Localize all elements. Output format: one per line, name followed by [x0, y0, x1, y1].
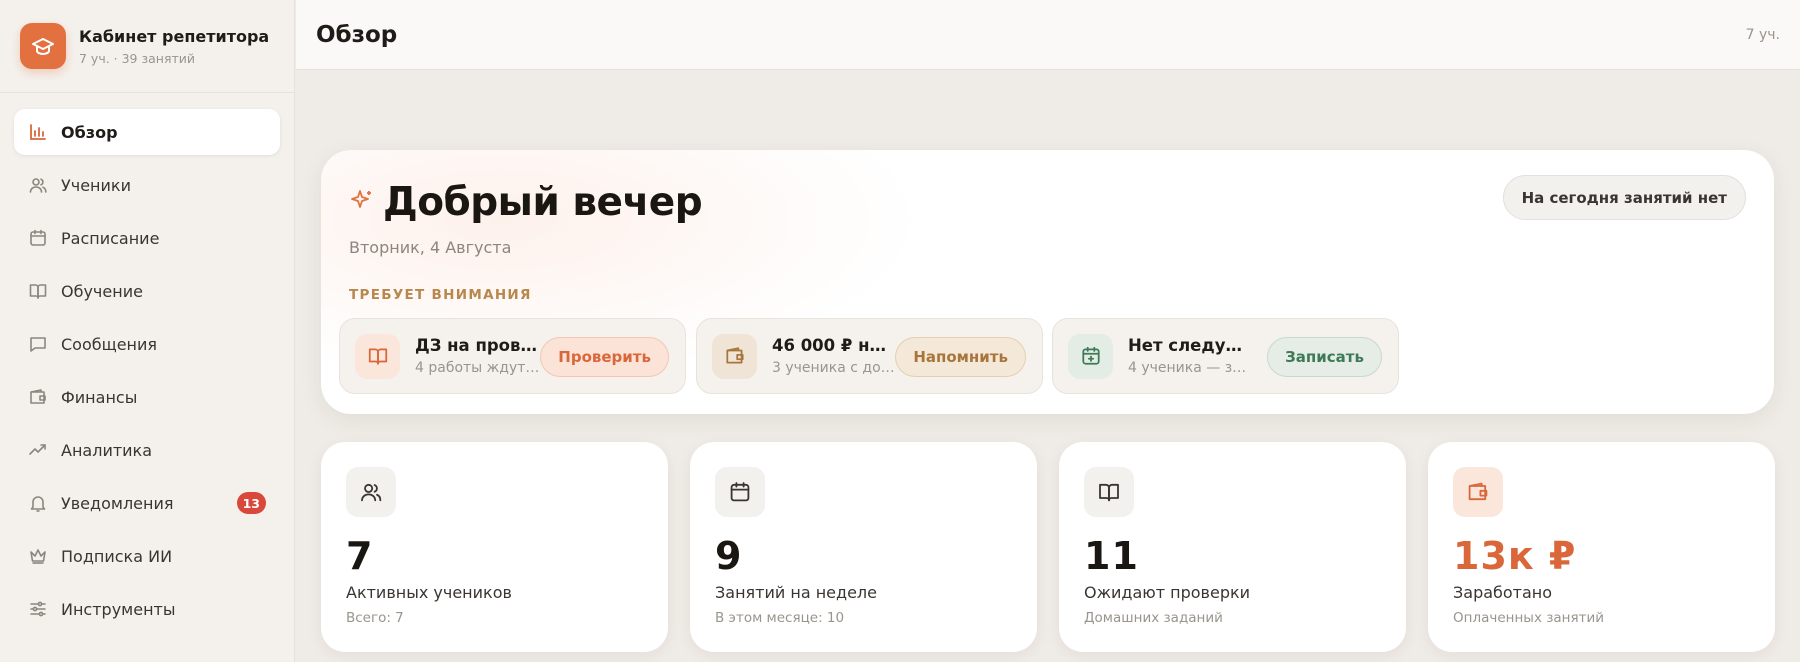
bell-icon — [28, 493, 48, 513]
sidebar-item-tools[interactable]: Инструменты — [14, 586, 280, 632]
sidebar-item-finance[interactable]: Финансы — [14, 374, 280, 420]
sidebar-item-notifications[interactable]: Уведомления 13 — [14, 480, 280, 526]
stat-value: 13к ₽ — [1453, 534, 1577, 578]
sidebar: Кабинет репетитора 7 уч. · 39 занятий Об… — [0, 0, 295, 662]
trend-icon — [28, 440, 48, 460]
sidebar-item-overview[interactable]: Обзор — [14, 109, 280, 155]
task-card-homework[interactable]: ДЗ на проверке 4 работы ждут проверки Пр… — [339, 318, 686, 394]
stat-card-earnings[interactable]: 13к ₽ Заработано Оплаченных занятий — [1428, 442, 1775, 652]
graduation-cap-icon — [20, 23, 66, 69]
attention-label: ТРЕБУЕТ ВНИМАНИЯ — [349, 287, 532, 303]
stat-card-active-students[interactable]: 7 Активных учеников Всего: 7 — [321, 442, 668, 652]
message-icon — [28, 334, 48, 354]
task-title: ДЗ на проверке — [415, 336, 540, 355]
brand-subtitle: 7 уч. · 39 занятий — [79, 50, 196, 66]
stat-label: Активных учеников — [346, 583, 512, 602]
sidebar-item-students[interactable]: Ученики — [14, 162, 280, 208]
sidebar-item-label: Сообщения — [61, 334, 158, 354]
sidebar-item-label: Аналитика — [61, 440, 153, 460]
calendar-plus-icon — [1068, 333, 1113, 379]
student-count: 7 уч. — [1745, 26, 1780, 43]
task-card-schedule[interactable]: Нет следующего занятия 4 ученика — запиш… — [1052, 318, 1399, 394]
calendar-icon — [28, 228, 48, 248]
stat-label: Ожидают проверки — [1084, 583, 1251, 602]
crown-icon — [28, 546, 48, 566]
sidebar-item-ai-subscription[interactable]: Подписка ИИ — [14, 533, 280, 579]
stat-subtext: Оплаченных занятий — [1453, 610, 1605, 626]
wallet-icon — [28, 387, 48, 407]
brand: Кабинет репетитора 7 уч. · 39 занятий — [0, 0, 294, 93]
users-icon — [346, 467, 396, 517]
sidebar-item-analytics[interactable]: Аналитика — [14, 427, 280, 473]
stat-card-weekly-lessons[interactable]: 9 Занятий на неделе В этом месяце: 10 — [690, 442, 1037, 652]
sliders-icon — [28, 599, 48, 619]
wallet-icon — [1453, 467, 1503, 517]
task-title: 46 000 ₽ не оплачено — [772, 336, 897, 355]
top-bar: Обзор 7 уч. — [296, 0, 1800, 70]
stat-value: 9 — [715, 534, 743, 578]
bar-chart-icon — [28, 122, 48, 142]
stat-subtext: В этом месяце: 10 — [715, 610, 845, 626]
task-card-payments[interactable]: 46 000 ₽ не оплачено 3 ученика с долгом … — [696, 318, 1043, 394]
schedule-lesson-button[interactable]: Записать — [1267, 337, 1382, 377]
brand-title: Кабинет репетитора — [79, 26, 270, 46]
sidebar-item-learning[interactable]: Обучение — [14, 268, 280, 314]
stat-label: Заработано — [1453, 583, 1553, 602]
sidebar-item-label: Обзор — [61, 122, 118, 142]
task-title: Нет следующего занятия — [1128, 336, 1253, 355]
book-icon — [28, 281, 48, 301]
sidebar-item-label: Обучение — [61, 281, 143, 301]
notification-count-badge: 13 — [236, 492, 266, 514]
check-homework-button[interactable]: Проверить — [540, 337, 669, 377]
task-subtitle: 4 ученика — запишите — [1128, 360, 1253, 376]
stat-card-pending-review[interactable]: 11 Ожидают проверки Домашних заданий — [1059, 442, 1406, 652]
book-icon — [355, 333, 400, 379]
greeting-card: Добрый вечер Вторник, 4 Августа На сегод… — [321, 150, 1774, 414]
today-lessons-button[interactable]: На сегодня занятий нет — [1502, 175, 1746, 220]
sidebar-item-label: Подписка ИИ — [61, 546, 173, 566]
sidebar-nav: Обзор Ученики Расписание Обучение Сообще… — [0, 93, 294, 632]
sidebar-item-messages[interactable]: Сообщения — [14, 321, 280, 367]
greeting-text: Добрый вечер — [383, 180, 703, 225]
stat-value: 11 — [1084, 534, 1139, 578]
task-subtitle: 3 ученика с долгом — [772, 360, 897, 376]
sidebar-item-label: Уведомления — [61, 493, 174, 513]
sparkle-icon — [349, 188, 375, 218]
sidebar-item-label: Расписание — [61, 228, 160, 248]
sidebar-item-schedule[interactable]: Расписание — [14, 215, 280, 261]
greeting: Добрый вечер — [349, 180, 703, 225]
book-icon — [1084, 467, 1134, 517]
current-date: Вторник, 4 Августа — [349, 238, 512, 257]
sidebar-item-label: Ученики — [61, 175, 131, 195]
stat-subtext: Всего: 7 — [346, 610, 404, 626]
calendar-icon — [715, 467, 765, 517]
page-title: Обзор — [316, 21, 398, 48]
task-subtitle: 4 работы ждут проверки — [415, 360, 540, 376]
remind-payment-button[interactable]: Напомнить — [895, 337, 1026, 377]
stat-label: Занятий на неделе — [715, 583, 877, 602]
stat-subtext: Домашних заданий — [1084, 610, 1223, 626]
sidebar-item-label: Финансы — [61, 387, 138, 407]
stat-value: 7 — [346, 534, 374, 578]
users-icon — [28, 175, 48, 195]
sidebar-item-label: Инструменты — [61, 599, 176, 619]
wallet-icon — [712, 333, 757, 379]
